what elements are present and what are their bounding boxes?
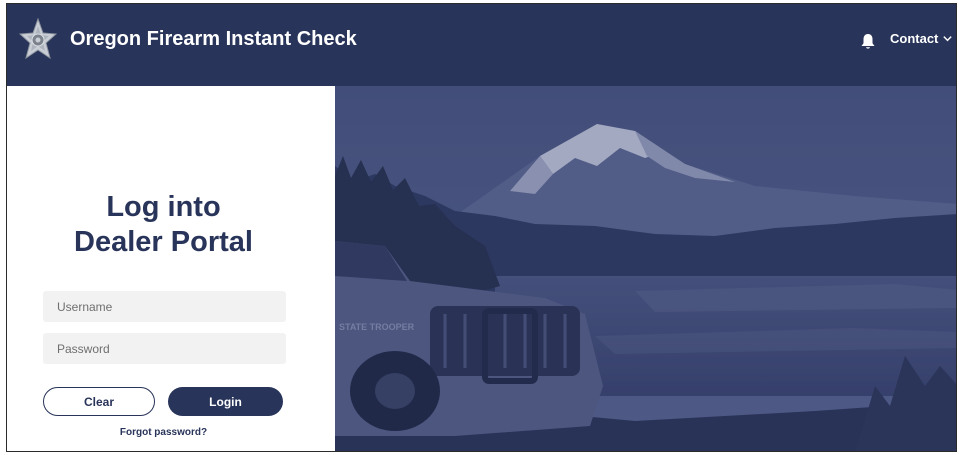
- app-title: Oregon Firearm Instant Check: [70, 28, 357, 50]
- password-input[interactable]: [43, 333, 286, 364]
- mountain-lake-background-image: STATE TROOPER: [335, 86, 956, 451]
- login-button[interactable]: Login: [168, 387, 283, 416]
- login-panel: Log into Dealer Portal Clear Login Forgo…: [7, 86, 335, 451]
- app-window: Oregon Firearm Instant Check Contact Log…: [6, 3, 957, 452]
- clear-button[interactable]: Clear: [43, 387, 155, 416]
- username-input[interactable]: [43, 291, 286, 322]
- contact-label: Contact: [890, 31, 939, 46]
- forgot-password-link[interactable]: Forgot password?: [7, 427, 320, 438]
- chevron-down-icon: [943, 36, 953, 42]
- contact-menu[interactable]: Contact: [890, 31, 953, 46]
- header-bar: Oregon Firearm Instant Check Contact: [7, 4, 956, 86]
- login-heading-line2: Dealer Portal: [74, 226, 253, 258]
- star-badge-logo-icon: [19, 18, 57, 60]
- login-heading-line1: Log into: [106, 191, 221, 223]
- login-heading: Log into Dealer Portal: [7, 190, 320, 260]
- bell-icon[interactable]: [860, 33, 876, 51]
